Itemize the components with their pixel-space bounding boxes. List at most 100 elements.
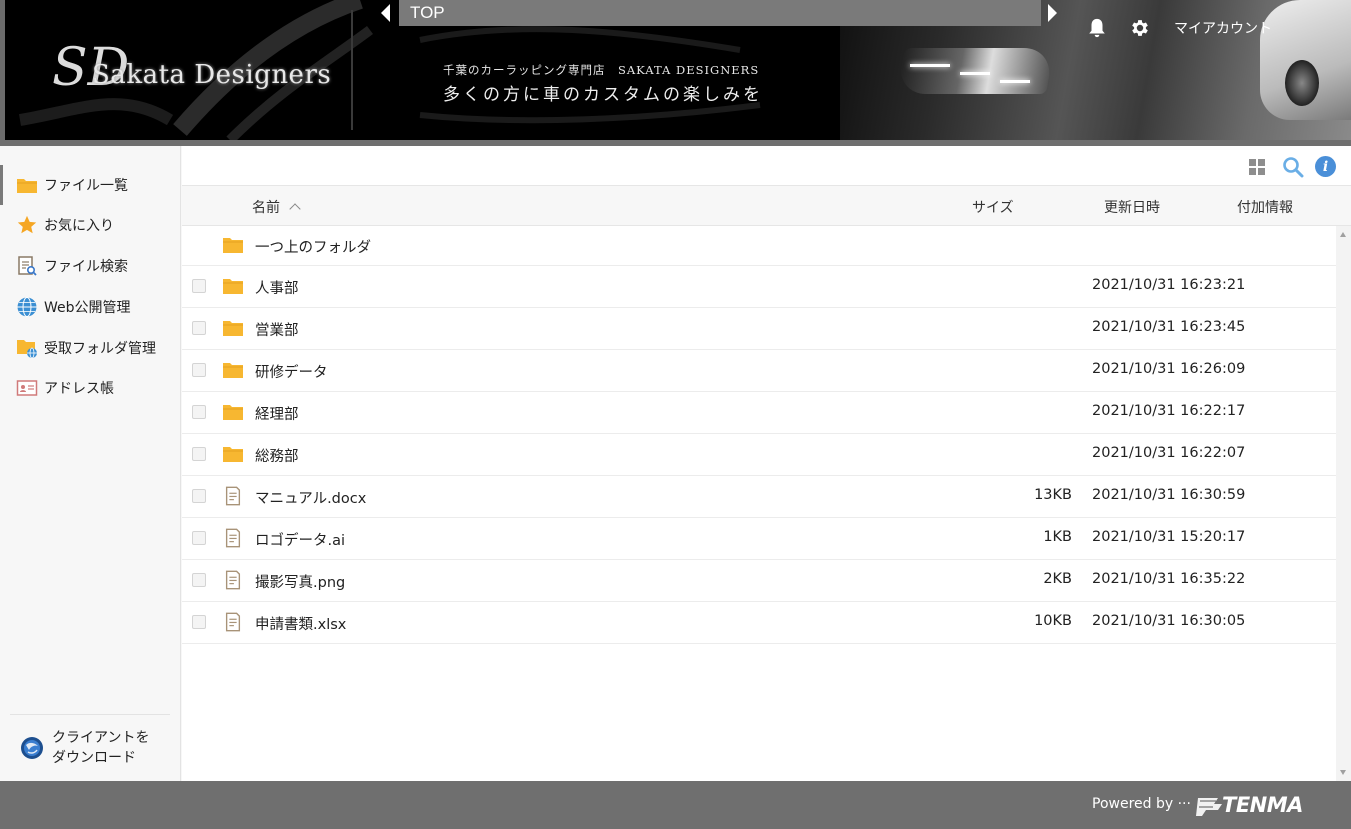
table-row[interactable]: 総務部 2021/10/31 16:22:07 bbox=[182, 434, 1336, 476]
search-icon[interactable] bbox=[1282, 156, 1304, 178]
column-header-name-label: 名前 bbox=[252, 200, 280, 216]
file-date: 2021/10/31 16:26:09 bbox=[1092, 361, 1246, 377]
document-icon bbox=[225, 570, 241, 590]
file-name: 研修データ bbox=[255, 365, 328, 381]
table-row[interactable]: 経理部 2021/10/31 16:22:17 bbox=[182, 392, 1336, 434]
address-card-icon bbox=[16, 377, 38, 399]
table-row[interactable]: 営業部 2021/10/31 16:23:45 bbox=[182, 308, 1336, 350]
tenma-brand-text: TENMA bbox=[1222, 793, 1303, 817]
file-name: 人事部 bbox=[255, 281, 299, 297]
sidebar-item-label: Web公開管理 bbox=[44, 300, 131, 316]
folder-icon bbox=[223, 238, 243, 253]
row-checkbox[interactable] bbox=[192, 447, 206, 461]
column-header-size[interactable]: サイズ bbox=[972, 197, 1014, 217]
row-checkbox[interactable] bbox=[192, 615, 206, 629]
file-date: 2021/10/31 16:35:22 bbox=[1092, 571, 1246, 587]
file-name: 総務部 bbox=[255, 449, 299, 465]
scroll-down-arrow-icon[interactable] bbox=[1340, 770, 1346, 775]
file-search-icon bbox=[16, 255, 38, 277]
folder-icon bbox=[16, 174, 38, 196]
tagline-small: 千葉のカーラッピング専門店 SAKATA DESIGNERS bbox=[443, 63, 760, 77]
client-download-globe-icon bbox=[21, 737, 43, 759]
vertical-scrollbar[interactable] bbox=[1336, 226, 1351, 781]
file-date: 2021/10/31 15:20:17 bbox=[1092, 529, 1246, 545]
main-panel: i 名前 サイズ 更新日時 付加情報 一つ上のフォルダ 人事部 2021/10/… bbox=[182, 146, 1351, 781]
star-icon bbox=[16, 214, 38, 236]
file-date: 2021/10/31 16:23:45 bbox=[1092, 319, 1246, 335]
file-name: 経理部 bbox=[255, 407, 299, 423]
footer: Powered by ··· TENMA bbox=[0, 781, 1351, 829]
folder-globe-icon bbox=[16, 337, 38, 359]
column-header-extra[interactable]: 付加情報 bbox=[1237, 197, 1293, 217]
file-name: 撮影写真.png bbox=[255, 575, 346, 591]
row-checkbox[interactable] bbox=[192, 279, 206, 293]
folder-icon bbox=[223, 321, 243, 336]
column-header-name[interactable]: 名前 bbox=[252, 197, 301, 217]
my-account-link[interactable]: マイアカウント bbox=[1174, 18, 1272, 38]
sidebar: ファイル一覧 お気に入り ファイル検索 Web公開管理 受取フォルダ管理 アドレ… bbox=[0, 146, 181, 781]
row-checkbox[interactable] bbox=[192, 573, 206, 587]
file-date: 2021/10/31 16:22:17 bbox=[1092, 403, 1246, 419]
sidebar-item-label: お気に入り bbox=[44, 218, 114, 234]
powered-by-label: Powered by ··· bbox=[1092, 796, 1191, 812]
folder-icon bbox=[223, 363, 243, 378]
headlight-led bbox=[1000, 80, 1030, 83]
logo-text: Sakata Designers bbox=[92, 60, 332, 90]
globe-icon bbox=[16, 296, 38, 318]
gear-icon[interactable] bbox=[1129, 17, 1151, 39]
file-date: 2021/10/31 16:30:59 bbox=[1092, 487, 1246, 503]
file-size: 13KB bbox=[1034, 487, 1072, 503]
file-date: 2021/10/31 16:23:21 bbox=[1092, 277, 1246, 293]
toolbar: i bbox=[182, 146, 1351, 186]
bell-icon[interactable] bbox=[1086, 16, 1108, 40]
breadcrumb-prev-arrow-icon[interactable] bbox=[381, 4, 390, 22]
sidebar-item-label: 受取フォルダ管理 bbox=[44, 341, 156, 357]
document-icon bbox=[225, 486, 241, 506]
parent-folder-row[interactable]: 一つ上のフォルダ bbox=[182, 226, 1336, 266]
file-name: 一つ上のフォルダ bbox=[255, 240, 371, 256]
sidebar-item-label: アドレス帳 bbox=[44, 381, 114, 397]
table-row[interactable]: 撮影写真.png 2KB 2021/10/31 16:35:22 bbox=[182, 560, 1336, 602]
headlight-led bbox=[910, 64, 950, 67]
file-date: 2021/10/31 16:30:05 bbox=[1092, 613, 1246, 629]
table-row[interactable]: 人事部 2021/10/31 16:23:21 bbox=[182, 266, 1336, 308]
scroll-up-arrow-icon[interactable] bbox=[1340, 232, 1346, 237]
sidebar-item-address-book[interactable]: アドレス帳 bbox=[0, 368, 181, 408]
info-icon[interactable]: i bbox=[1315, 156, 1336, 177]
headlight-led bbox=[960, 72, 990, 75]
sidebar-item-label: ファイル一覧 bbox=[44, 178, 128, 194]
file-name: ロゴデータ.ai bbox=[255, 533, 346, 549]
sort-ascending-icon[interactable] bbox=[289, 203, 301, 215]
document-icon bbox=[225, 528, 241, 548]
client-download-button[interactable]: クライアントを ダウンロード bbox=[10, 714, 170, 781]
column-header-updated[interactable]: 更新日時 bbox=[1104, 197, 1160, 217]
row-checkbox[interactable] bbox=[192, 405, 206, 419]
file-name: 申請書類.xlsx bbox=[255, 617, 347, 633]
folder-icon bbox=[223, 279, 243, 294]
grid-view-icon[interactable] bbox=[1248, 158, 1266, 176]
breadcrumb-bar[interactable]: TOP bbox=[399, 0, 1041, 26]
table-row[interactable]: ロゴデータ.ai 1KB 2021/10/31 15:20:17 bbox=[182, 518, 1336, 560]
sidebar-item-web-publish[interactable]: Web公開管理 bbox=[0, 287, 181, 327]
sidebar-item-receive-folder[interactable]: 受取フォルダ管理 bbox=[0, 328, 181, 368]
row-checkbox[interactable] bbox=[192, 489, 206, 503]
sidebar-item-file-list[interactable]: ファイル一覧 bbox=[0, 165, 181, 205]
file-name: 営業部 bbox=[255, 323, 299, 339]
header-left-edge bbox=[0, 0, 5, 140]
sidebar-item-file-search[interactable]: ファイル検索 bbox=[0, 246, 181, 286]
table-row[interactable]: 研修データ 2021/10/31 16:26:09 bbox=[182, 350, 1336, 392]
file-size: 2KB bbox=[1043, 571, 1072, 587]
file-size: 10KB bbox=[1034, 613, 1072, 629]
headlight-image bbox=[895, 48, 1055, 94]
row-checkbox[interactable] bbox=[192, 531, 206, 545]
document-icon bbox=[225, 612, 241, 632]
column-header-row: 名前 サイズ 更新日時 付加情報 bbox=[182, 186, 1351, 226]
table-row[interactable]: マニュアル.docx 13KB 2021/10/31 16:30:59 bbox=[182, 476, 1336, 518]
table-row[interactable]: 申請書類.xlsx 10KB 2021/10/31 16:30:05 bbox=[182, 602, 1336, 644]
row-checkbox[interactable] bbox=[192, 363, 206, 377]
row-checkbox[interactable] bbox=[192, 321, 206, 335]
breadcrumb-next-arrow-icon[interactable] bbox=[1048, 4, 1057, 22]
breadcrumb-current[interactable]: TOP bbox=[410, 3, 445, 23]
sidebar-item-favorites[interactable]: お気に入り bbox=[0, 205, 181, 245]
file-size: 1KB bbox=[1043, 529, 1072, 545]
